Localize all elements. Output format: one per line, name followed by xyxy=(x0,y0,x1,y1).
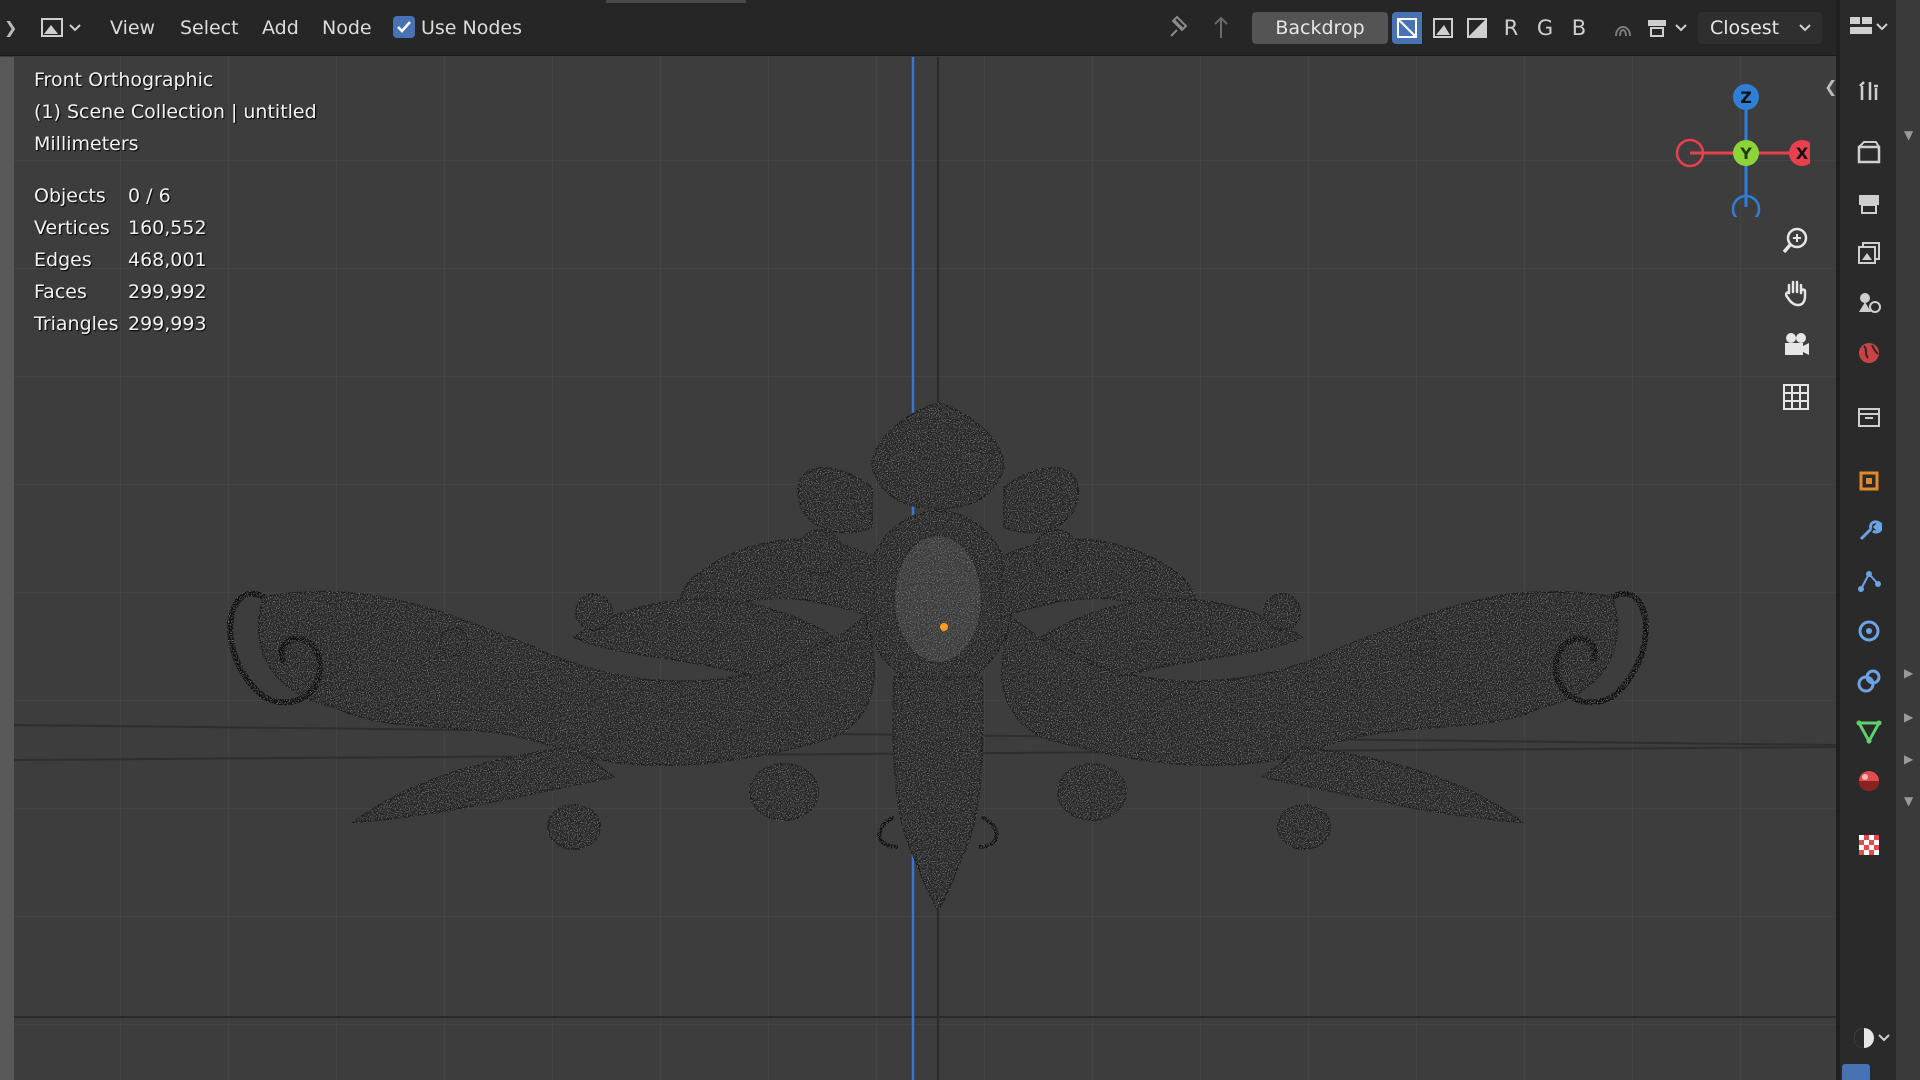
world-icon[interactable] xyxy=(1850,334,1886,370)
properties-options-dropdown[interactable] xyxy=(1852,1022,1894,1054)
physics-icon[interactable] xyxy=(1850,612,1886,648)
channel-b[interactable]: B xyxy=(1564,12,1594,44)
stat-label: Objects xyxy=(34,185,106,207)
use-nodes-checkbox[interactable] xyxy=(393,16,415,38)
view-layer-icon[interactable] xyxy=(1850,234,1886,270)
channel-r[interactable]: R xyxy=(1496,12,1526,44)
outer-area-edge xyxy=(1896,0,1920,1080)
chevron-down-icon xyxy=(1798,12,1812,54)
menu-view[interactable]: View xyxy=(110,0,155,56)
menu-select[interactable]: Select xyxy=(180,0,239,56)
area-resize-handle[interactable] xyxy=(606,0,746,3)
collapse-arrow[interactable]: ❯ xyxy=(4,0,28,56)
expand-arrow-icon[interactable]: ▶ xyxy=(1904,666,1913,680)
editor-type-properties-icon[interactable] xyxy=(1846,10,1890,44)
material-icon[interactable] xyxy=(1850,762,1886,798)
tool-icon[interactable] xyxy=(1850,72,1886,108)
hand-pan-icon[interactable] xyxy=(1776,273,1816,313)
stat-label: Vertices xyxy=(34,217,110,239)
modifier-icon[interactable] xyxy=(1850,512,1886,548)
zoom-icon[interactable] xyxy=(1776,221,1816,261)
stat-label: Edges xyxy=(34,249,92,271)
checkmark-icon xyxy=(397,21,411,33)
particles-icon[interactable] xyxy=(1850,562,1886,598)
view-name: Front Orthographic xyxy=(34,69,214,91)
grid-ortho-icon[interactable] xyxy=(1776,377,1816,417)
backdrop-button[interactable]: Backdrop xyxy=(1252,12,1388,44)
sampling-dropdown[interactable]: Closest xyxy=(1698,12,1822,44)
stat-faces: Faces 299,992 xyxy=(34,281,207,303)
output-icon[interactable] xyxy=(1850,184,1886,220)
snapping-icon[interactable] xyxy=(1608,12,1638,44)
expand-arrow-icon[interactable]: ▶ xyxy=(1904,710,1913,724)
node-editor-header: ❯ View Select Add Node Use Nodes Backdro… xyxy=(0,0,1840,56)
stat-vertices: Vertices 160,552 xyxy=(34,217,207,239)
constraints-icon[interactable] xyxy=(1850,662,1886,698)
collection-info: (1) Scene Collection | untitled xyxy=(34,101,317,123)
use-nodes-label[interactable]: Use Nodes xyxy=(421,0,522,56)
collapse-arrow-icon[interactable]: ▼ xyxy=(1904,794,1913,808)
collection-icon[interactable] xyxy=(1850,398,1886,434)
stat-value: 160,552 xyxy=(128,217,207,239)
menu-add[interactable]: Add xyxy=(262,0,299,56)
stat-objects: Objects 0 / 6 xyxy=(34,185,171,207)
units-label: Millimeters xyxy=(34,133,139,155)
data-icon[interactable] xyxy=(1850,712,1886,748)
stat-value: 299,992 xyxy=(128,281,207,303)
viewport-canvas xyxy=(14,57,1840,1080)
object-origin-dot xyxy=(940,623,948,631)
gizmo-x-label: X xyxy=(1796,144,1809,163)
stat-value: 468,001 xyxy=(128,249,207,271)
channel-g[interactable]: G xyxy=(1530,12,1560,44)
color-icon[interactable] xyxy=(1428,12,1458,44)
stat-edges: Edges 468,001 xyxy=(34,249,207,271)
scene-icon[interactable] xyxy=(1850,284,1886,320)
viewport[interactable]: Front Orthographic (1) Scene Collection … xyxy=(14,57,1840,1080)
editor-type-dropdown[interactable] xyxy=(36,12,86,44)
stat-label: Triangles xyxy=(34,313,119,335)
gizmo-y-label: Y xyxy=(1739,144,1752,163)
pin-icon[interactable] xyxy=(1163,0,1191,56)
color-alpha-icon[interactable] xyxy=(1392,12,1422,44)
active-tab-indicator xyxy=(1842,1064,1870,1080)
texture-icon[interactable] xyxy=(1850,826,1886,862)
snap-element-dropdown[interactable] xyxy=(1644,12,1694,44)
collapse-arrow-icon[interactable]: ▼ xyxy=(1904,128,1913,142)
stat-triangles: Triangles 299,993 xyxy=(34,313,207,335)
expand-arrow-icon[interactable]: ▶ xyxy=(1904,752,1913,766)
camera-icon[interactable] xyxy=(1776,325,1816,365)
gizmo-z-label: Z xyxy=(1740,88,1752,107)
stat-value: 299,993 xyxy=(128,313,207,335)
parent-node-icon[interactable] xyxy=(1208,0,1236,56)
render-icon[interactable] xyxy=(1850,134,1886,170)
menu-node[interactable]: Node xyxy=(322,0,372,56)
image-editor-icon xyxy=(41,18,81,37)
object-icon[interactable] xyxy=(1850,462,1886,498)
stat-label: Faces xyxy=(34,281,87,303)
navigation-gizmo[interactable]: Z X Y xyxy=(1670,67,1810,217)
sampling-value: Closest xyxy=(1710,17,1780,39)
left-area-edge xyxy=(0,57,14,1080)
alpha-icon[interactable] xyxy=(1462,12,1492,44)
stat-value: 0 / 6 xyxy=(128,185,171,207)
